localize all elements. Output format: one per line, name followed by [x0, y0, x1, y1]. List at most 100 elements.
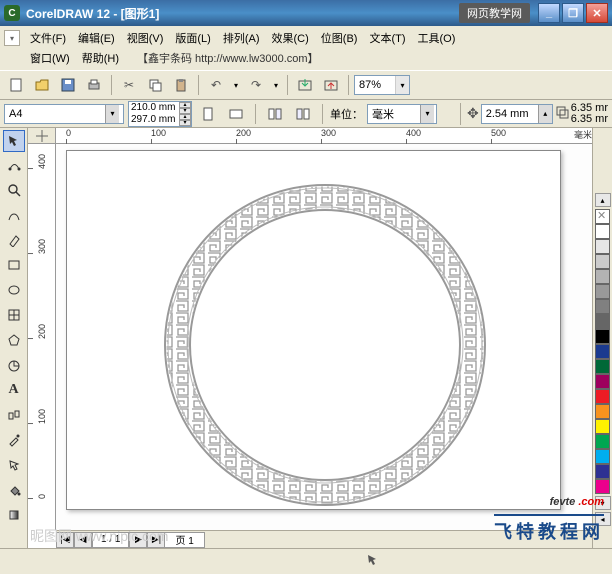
dup-x-value: 6.35 mr — [571, 103, 608, 114]
ellipse-tool[interactable] — [2, 278, 26, 302]
page-height-value: 297.0 mm — [129, 114, 179, 125]
nudge-spinner[interactable]: 2.54 mm ▴ — [481, 104, 553, 124]
undo-button[interactable]: ↶ — [204, 74, 228, 96]
maximize-button[interactable]: ❐ — [562, 3, 584, 23]
menu-bitmaps[interactable]: 位图(B) — [315, 28, 364, 48]
color-swatch[interactable] — [595, 359, 610, 374]
portrait-button[interactable] — [196, 103, 220, 125]
ruler-origin[interactable] — [28, 128, 56, 144]
menu-help[interactable]: 帮助(H) — [76, 48, 125, 68]
export-button[interactable] — [319, 74, 343, 96]
eyedropper-tool[interactable] — [2, 428, 26, 452]
menu-tools[interactable]: 工具(O) — [412, 28, 462, 48]
shape-tool[interactable] — [2, 153, 26, 177]
menu-layout[interactable]: 版面(L) — [169, 28, 216, 48]
color-swatch[interactable] — [595, 374, 610, 389]
redo-dropdown[interactable]: ▾ — [270, 74, 282, 96]
color-swatch[interactable] — [595, 224, 610, 239]
color-swatch[interactable] — [595, 434, 610, 449]
color-swatch[interactable] — [595, 419, 610, 434]
color-swatch[interactable] — [595, 389, 610, 404]
color-swatch[interactable] — [595, 284, 610, 299]
page-last-button[interactable]: ▶| — [147, 532, 165, 548]
undo-dropdown[interactable]: ▾ — [230, 74, 242, 96]
paper-size-combo[interactable]: A4 ▾ — [4, 104, 124, 124]
color-swatch[interactable] — [595, 464, 610, 479]
new-button[interactable] — [4, 74, 28, 96]
polygon-tool[interactable] — [2, 328, 26, 352]
open-button[interactable] — [30, 74, 54, 96]
rectangle-tool[interactable] — [2, 253, 26, 277]
ruler-h-tick: 100 — [151, 128, 166, 144]
basic-shapes-tool[interactable] — [2, 353, 26, 377]
title-bar: C CorelDRAW 12 - [图形1] 网页教学网 _ ❐ ✕ — [0, 0, 612, 26]
color-swatch[interactable] — [595, 239, 610, 254]
page-first-button[interactable]: |◀ — [56, 532, 74, 548]
import-button[interactable] — [293, 74, 317, 96]
save-button[interactable] — [56, 74, 80, 96]
nudge-spinner-arrows[interactable]: ▴ — [538, 105, 552, 123]
text-tool[interactable]: A — [2, 378, 26, 402]
outline-tool[interactable] — [2, 453, 26, 477]
menu-bar: ▾ 文件(F) 编辑(E) 视图(V) 版面(L) 排列(A) 效果(C) 位图… — [0, 26, 612, 70]
freehand-tool[interactable] — [2, 203, 26, 227]
menu-text[interactable]: 文本(T) — [363, 28, 411, 48]
page-next-button[interactable]: ▶ — [129, 532, 147, 548]
zoom-tool[interactable] — [2, 178, 26, 202]
menu-view[interactable]: 视图(V) — [121, 28, 170, 48]
page-layouts-a-button[interactable] — [263, 103, 287, 125]
menu-effects[interactable]: 效果(C) — [266, 28, 315, 48]
zoom-combo[interactable]: ▾ — [354, 75, 410, 95]
close-button[interactable]: ✕ — [586, 3, 608, 23]
color-swatch[interactable] — [595, 269, 610, 284]
color-swatch[interactable] — [595, 299, 610, 314]
menu-window[interactable]: 窗口(W) — [24, 48, 76, 68]
pick-tool[interactable] — [3, 130, 25, 152]
graph-paper-tool[interactable] — [2, 303, 26, 327]
color-swatch[interactable] — [595, 449, 610, 464]
color-swatch[interactable] — [595, 404, 610, 419]
color-swatch[interactable] — [595, 254, 610, 269]
zoom-dropdown-icon[interactable]: ▾ — [395, 76, 409, 94]
zoom-input[interactable] — [355, 76, 395, 94]
ruler-vertical[interactable]: 400 300 200 100 0 — [28, 144, 56, 530]
cut-button[interactable]: ✂ — [117, 74, 141, 96]
unit-combo[interactable]: 毫米 ▾ — [367, 104, 437, 124]
ruler-h-tick: 300 — [321, 128, 336, 144]
page-width-value: 210.0 mm — [129, 102, 179, 113]
unit-label: 单位： — [330, 106, 363, 122]
menu-edit[interactable]: 编辑(E) — [72, 28, 121, 48]
dup-y-value: 6.35 mr — [571, 114, 608, 125]
interactive-fill-tool[interactable] — [2, 503, 26, 527]
page-tab[interactable]: 页 1 — [164, 532, 204, 548]
paper-size-value: A4 — [5, 105, 105, 123]
print-button[interactable] — [82, 74, 106, 96]
menu-dropdown-icon[interactable]: ▾ — [4, 30, 20, 46]
ruler-h-tick: 400 — [406, 128, 421, 144]
status-bar — [0, 548, 612, 574]
paste-button[interactable] — [169, 74, 193, 96]
page-layouts-b-button[interactable] — [291, 103, 315, 125]
unit-dropdown-icon[interactable]: ▾ — [420, 105, 434, 123]
paper-dropdown-icon[interactable]: ▾ — [105, 105, 119, 123]
menu-arrange[interactable]: 排列(A) — [217, 28, 266, 48]
canvas[interactable] — [56, 144, 594, 530]
minimize-button[interactable]: _ — [538, 3, 560, 23]
interactive-blend-tool[interactable] — [2, 403, 26, 427]
copy-button[interactable] — [143, 74, 167, 96]
color-swatch[interactable] — [595, 314, 610, 329]
page-dimensions[interactable]: 210.0 mm▴▾ 297.0 mm▴▾ — [128, 101, 192, 127]
redo-button[interactable]: ↷ — [244, 74, 268, 96]
landscape-button[interactable] — [224, 103, 248, 125]
palette-up-button[interactable]: ▴ — [595, 193, 611, 207]
no-color-swatch[interactable] — [595, 209, 610, 224]
brand-cn: 飞特教程网 — [494, 514, 604, 544]
color-swatch[interactable] — [595, 329, 610, 344]
circular-border-artwork[interactable] — [160, 180, 490, 510]
fill-tool[interactable] — [2, 478, 26, 502]
menu-file[interactable]: 文件(F) — [24, 28, 72, 48]
smart-draw-tool[interactable] — [2, 228, 26, 252]
page-prev-button[interactable]: ◀ — [74, 532, 92, 548]
color-swatch[interactable] — [595, 344, 610, 359]
ruler-horizontal[interactable]: 0 100 200 300 400 500 毫米 — [56, 128, 594, 144]
